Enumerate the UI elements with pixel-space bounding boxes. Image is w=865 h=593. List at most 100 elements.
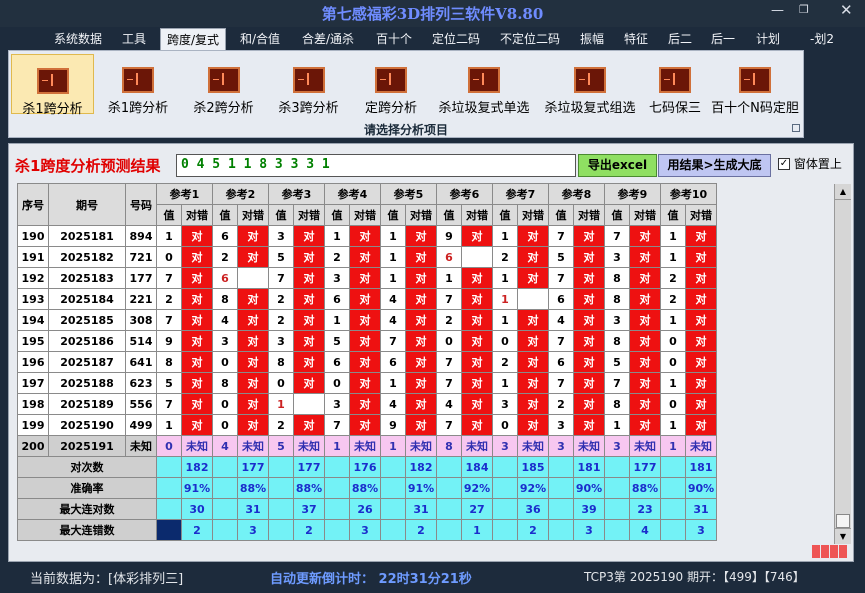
cell-value: 5 <box>268 246 294 268</box>
cell-value: 8 <box>604 330 630 352</box>
generate-base-button[interactable]: 用结果>生成大底 <box>658 154 771 177</box>
chart-icon <box>739 67 771 93</box>
menu-tools[interactable]: 工具 <box>122 30 146 47</box>
ribbon-n-code[interactable]: 百十个N码定胆 <box>708 54 802 116</box>
header-ref: 参考6 <box>436 183 493 205</box>
ribbon-seven-three[interactable]: 七码保三 <box>644 54 706 116</box>
cell-value: 6 <box>324 351 350 373</box>
predict-row[interactable]: 200 2025191 未知 0 未知 4 未知 5 未知 1 未知 1 未知 8 未知 3 未知 3 未知 3 未知 1… <box>17 435 717 457</box>
stats-row: 最大连对数 30 31 37 26 31 27 36 39 23 31 <box>17 498 717 520</box>
menu-feature[interactable]: 特征 <box>624 30 648 47</box>
result-field[interactable]: 0 4 5 1 1 8 3 3 3 1 <box>176 154 576 177</box>
menu-amplitude[interactable]: 振幅 <box>580 30 604 47</box>
stats-value: 1 <box>461 519 493 541</box>
table-row[interactable]: 199 2025190 499 1 对 0 对 2 对 7 对 9 对 7 对 0 对 3 对 1 对 1 对 <box>17 414 717 436</box>
checkmark-icon[interactable]: ✓ <box>778 157 790 170</box>
cell-hit: 对 <box>517 267 549 289</box>
cell-hit: 对 <box>685 372 717 394</box>
export-excel-button[interactable]: 导出excel <box>578 154 657 177</box>
stats-value: 26 <box>349 498 381 520</box>
menu-diff-kill[interactable]: 合差/通杀 <box>302 30 354 47</box>
chart-icon <box>122 67 154 93</box>
cell-value: 9 <box>380 414 406 436</box>
ribbon-expand-icon[interactable] <box>792 124 800 132</box>
menu-position-two[interactable]: 定位二码 <box>432 30 480 47</box>
ribbon-kill1-span-a[interactable]: 杀1跨分析 <box>11 54 94 117</box>
cell-hit: 对 <box>181 225 213 247</box>
cell-hit: 对 <box>293 309 325 331</box>
header-ref: 参考4 <box>324 183 381 205</box>
cell-hit: 对 <box>349 225 381 247</box>
ribbon-kill3-span[interactable]: 杀3跨分析 <box>267 54 350 116</box>
row-period: 2025184 <box>48 288 126 310</box>
ribbon-kill2-span[interactable]: 杀2跨分析 <box>182 54 265 116</box>
stats-value: 181 <box>573 456 605 478</box>
ribbon-junk-group[interactable]: 杀垃圾复式组选 <box>538 54 642 116</box>
table-row[interactable]: 191 2025182 721 0 对 2 对 5 对 2 对 1 对 6 2 对 5 对 3 对 1 对 <box>17 246 717 268</box>
predict-value: 3 <box>604 435 630 457</box>
vertical-scrollbar[interactable]: ▲ ▼ <box>834 184 851 544</box>
analysis-table: 序号 期号 号码 参考1 参考2 参考3 参考4 参考5 参考6 参考7 参考8 参考9 参考10 值对错… <box>17 183 717 541</box>
ribbon-junk-single[interactable]: 杀垃圾复式单选 <box>432 54 536 116</box>
ribbon-fixed-span[interactable]: 定跨分析 <box>352 54 430 116</box>
cell-hit: 对 <box>237 372 269 394</box>
cell-value: 1 <box>492 309 518 331</box>
stats-value: 37 <box>293 498 325 520</box>
stats-value: 88% <box>237 477 269 499</box>
menu-hundreds[interactable]: 百十个 <box>376 30 412 47</box>
topmost-checkbox[interactable]: ✓ 窗体置上 <box>778 155 842 172</box>
scroll-up-icon[interactable]: ▲ <box>835 184 851 200</box>
cell-hit: 对 <box>237 351 269 373</box>
cell-hit: 对 <box>517 246 549 268</box>
window-title: 第七感福彩3D排列三软件V8.80 <box>321 5 544 23</box>
cell-hit: 对 <box>349 351 381 373</box>
cell-hit: 对 <box>629 225 661 247</box>
menu-span-compound[interactable]: 跨度/复式 <box>160 28 227 50</box>
cell-hit: 对 <box>237 414 269 436</box>
minimize-icon[interactable]: — <box>771 3 784 18</box>
table-row[interactable]: 198 2025189 556 7 对 0 对 1 3 对 4 对 4 对 3 对 2 对 8 对 0 对 <box>17 393 717 415</box>
cell-value: 1 <box>156 225 182 247</box>
cell-value: 1 <box>380 246 406 268</box>
menu-system-data[interactable]: 系统数据 <box>54 30 102 47</box>
cell-hit: 对 <box>181 351 213 373</box>
table-row[interactable]: 197 2025188 623 5 对 8 对 0 对 0 对 1 对 7 对 1 对 7 对 7 对 1 对 <box>17 372 717 394</box>
table-row[interactable]: 194 2025185 308 7 对 4 对 2 对 1 对 4 对 2 对 1 对 4 对 3 对 1 对 <box>17 309 717 331</box>
close-icon[interactable]: ✕ <box>840 1 853 19</box>
cell-value: 8 <box>604 267 630 289</box>
stats-pad <box>212 456 238 478</box>
cell-hit: 对 <box>349 267 381 289</box>
stats-pad <box>268 477 294 499</box>
cell-hit: 对 <box>461 225 493 247</box>
header-value: 值 <box>436 204 462 226</box>
menu-last-two[interactable]: 后二 <box>668 30 692 47</box>
stats-pad <box>604 477 630 499</box>
cell-value: 1 <box>660 414 686 436</box>
stats-pad <box>380 477 406 499</box>
scroll-thumb[interactable] <box>836 514 850 528</box>
table-row[interactable]: 195 2025186 514 9 对 3 对 3 对 5 对 7 对 0 对 0 对 7 对 8 对 0 对 <box>17 330 717 352</box>
table-row[interactable]: 190 2025181 894 1 对 6 对 3 对 1 对 1 对 9 对 1 对 7 对 7 对 1 对 <box>17 225 717 247</box>
predict-value: 8 <box>436 435 462 457</box>
stats-value: 31 <box>685 498 717 520</box>
maximize-icon[interactable]: ❐ <box>799 3 809 16</box>
scroll-down-icon[interactable]: ▼ <box>835 528 851 544</box>
menu-plan[interactable]: 计划 <box>756 30 780 47</box>
cell-value: 4 <box>212 309 238 331</box>
menu-sum[interactable]: 和/合值 <box>240 30 280 47</box>
table-row[interactable]: 193 2025184 221 2 对 8 对 2 对 6 对 4 对 7 对 1 6 对 8 对 2 对 <box>17 288 717 310</box>
menu-nonposition-two[interactable]: 不定位二码 <box>500 30 560 47</box>
ribbon-kill1-span-b[interactable]: 杀1跨分析 <box>97 54 179 116</box>
cell-hit: 对 <box>517 372 549 394</box>
cell-miss <box>237 267 269 289</box>
cell-value: 0 <box>660 393 686 415</box>
menu-plan-2[interactable]: -划2 <box>810 30 834 47</box>
row-period: 2025181 <box>48 225 126 247</box>
menu-last-one[interactable]: 后一 <box>711 30 735 47</box>
table-row[interactable]: 192 2025183 177 7 对 6 7 对 3 对 1 对 1 对 1 对 7 对 8 对 2 对 <box>17 267 717 289</box>
table-row[interactable]: 196 2025187 641 8 对 0 对 8 对 6 对 6 对 7 对 2 对 6 对 5 对 0 对 <box>17 351 717 373</box>
cell-hit: 对 <box>405 351 437 373</box>
stats-pad <box>436 477 462 499</box>
stats-value: 3 <box>237 519 269 541</box>
row-code: 177 <box>125 267 157 289</box>
